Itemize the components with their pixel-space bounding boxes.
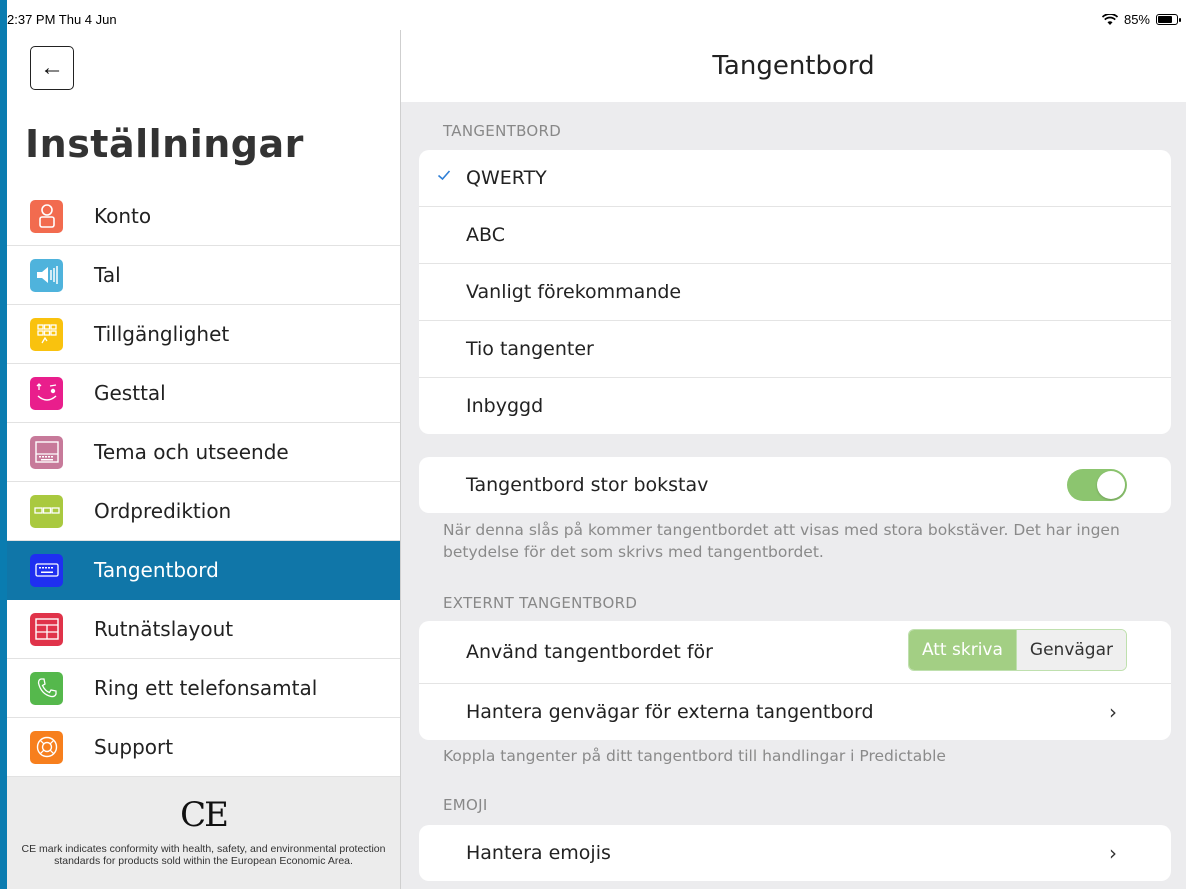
ce-mark: CE <box>180 795 229 835</box>
keyboard-icon <box>30 553 63 587</box>
theme-icon <box>30 435 63 469</box>
section-header-tangentbord: TANGENTBORD <box>443 122 562 140</box>
lifebuoy-icon <box>30 730 63 764</box>
sidebar-item-label: Tema och utseende <box>94 440 289 464</box>
option-qwerty[interactable]: QWERTY <box>419 150 1171 207</box>
sidebar-item-label: Tillgänglighet <box>94 322 230 346</box>
sidebar-item-label: Gesttal <box>94 381 166 405</box>
external-keyboard-card: Använd tangentbordet för Att skriva Genv… <box>419 621 1171 740</box>
app-screen: 2:37 PM Thu 4 Jun 85% ← Inställningar Ko… <box>7 0 1186 889</box>
sidebar-title: Inställningar <box>25 122 304 166</box>
battery-nub <box>1179 18 1181 22</box>
person-icon <box>30 199 63 233</box>
keyboard-settings-panel: Tangentbord TANGENTBORD QWERTY ABC Vanli… <box>401 30 1186 889</box>
option-inbyggd[interactable]: Inbyggd <box>419 378 1171 434</box>
capital-letter-card: Tangentbord stor bokstav <box>419 457 1171 513</box>
chevron-right-icon: › <box>1109 841 1117 865</box>
ce-area: CE CE mark indicates conformity with hea… <box>7 795 400 867</box>
use-keyboard-for-label: Använd tangentbordet för <box>466 641 713 663</box>
option-label: QWERTY <box>466 167 547 189</box>
option-abc[interactable]: ABC <box>419 207 1171 264</box>
manage-shortcuts-label: Hantera genvägar för externa tangentbord <box>466 701 874 723</box>
toggle-knob <box>1097 471 1125 499</box>
gesture-face-icon <box>30 376 63 410</box>
section-header-externt: EXTERNT TANGENTBORD <box>443 594 638 612</box>
option-vanligt-forekommande[interactable]: Vanligt förekommande <box>419 264 1171 321</box>
speaker-icon <box>30 258 63 292</box>
segment-genvagar[interactable]: Genvägar <box>1015 630 1126 670</box>
status-right: 85% <box>1101 12 1181 27</box>
manage-shortcuts-row[interactable]: Hantera genvägar för externa tangentbord… <box>419 684 1171 740</box>
capital-letter-label: Tangentbord stor bokstav <box>466 474 709 496</box>
section-header-emoji: EMOJI <box>443 796 488 814</box>
status-time: 2:37 PM Thu 4 Jun <box>7 12 117 27</box>
back-button[interactable]: ← <box>30 46 74 90</box>
sidebar-item-label: Tangentbord <box>94 558 219 582</box>
battery-percent: 85% <box>1123 12 1150 27</box>
sidebar-item-tema[interactable]: Tema och utseende <box>7 423 400 482</box>
status-bar: 2:37 PM Thu 4 Jun 85% <box>7 0 1186 30</box>
option-label: Tio tangenter <box>466 338 594 360</box>
sidebar-item-label: Tal <box>94 263 121 287</box>
sidebar-item-label: Rutnätslayout <box>94 617 234 641</box>
prediction-icon <box>30 494 63 528</box>
layout-icon <box>30 612 63 646</box>
sidebar-item-label: Support <box>94 735 174 759</box>
sidebar-item-tillganglighet[interactable]: Tillgänglighet <box>7 305 400 364</box>
keyboard-options-list: QWERTY ABC Vanligt förekommande Tio tang… <box>419 150 1171 434</box>
sidebar-item-tal[interactable]: Tal <box>7 246 400 305</box>
manage-emojis-label: Hantera emojis <box>466 842 611 864</box>
external-keyboard-footnote: Koppla tangenter på ditt tangentbord til… <box>443 747 946 765</box>
emoji-card: Hantera emojis › <box>419 825 1171 881</box>
content-header: Tangentbord <box>401 30 1186 102</box>
grid-icon <box>30 317 63 351</box>
sidebar-header: ← Inställningar <box>7 30 400 187</box>
option-label: Inbyggd <box>466 395 544 417</box>
capital-letter-toggle[interactable] <box>1067 469 1127 501</box>
manage-emojis-row[interactable]: Hantera emojis › <box>419 825 1171 881</box>
checkmark-icon <box>437 170 451 181</box>
use-keyboard-for-row: Använd tangentbordet för Att skriva Genv… <box>419 621 1171 684</box>
sidebar-item-tangentbord[interactable]: Tangentbord <box>7 541 400 600</box>
sidebar-item-konto[interactable]: Konto <box>7 187 400 246</box>
sidebar-item-label: Ring ett telefonsamtal <box>94 676 318 700</box>
wifi-icon <box>1101 13 1118 25</box>
sidebar-item-rutnatslayout[interactable]: Rutnätslayout <box>7 600 400 659</box>
sidebar-item-ring[interactable]: Ring ett telefonsamtal <box>7 659 400 718</box>
sidebar-item-label: Konto <box>94 204 152 228</box>
settings-menu: Konto Tal Tillgänglighet Gesttal Tema oc… <box>7 187 400 777</box>
sidebar-item-ordprediktion[interactable]: Ordprediktion <box>7 482 400 541</box>
sidebar-item-gesttal[interactable]: Gesttal <box>7 364 400 423</box>
capital-letter-footnote: När denna slås på kommer tangentbordet a… <box>443 521 1120 561</box>
battery-level <box>1158 16 1172 23</box>
back-arrow-icon: ← <box>40 54 64 81</box>
option-label: Vanligt förekommande <box>466 281 682 303</box>
sidebar-item-support[interactable]: Support <box>7 718 400 777</box>
battery-icon <box>1156 14 1181 25</box>
capital-letter-row: Tangentbord stor bokstav <box>419 457 1171 513</box>
ce-text: CE mark indicates conformity with health… <box>21 843 386 867</box>
chevron-right-icon: › <box>1109 700 1117 724</box>
segment-att-skriva[interactable]: Att skriva <box>908 630 1016 670</box>
phone-icon <box>30 671 63 705</box>
option-label: ABC <box>466 224 505 246</box>
option-tio-tangenter[interactable]: Tio tangenter <box>419 321 1171 378</box>
page-title: Tangentbord <box>712 51 875 81</box>
use-keyboard-segmented-control: Att skriva Genvägar <box>907 629 1127 671</box>
sidebar-item-label: Ordprediktion <box>94 499 232 523</box>
settings-sidebar: ← Inställningar Konto Tal Tillgänglighet… <box>7 30 400 889</box>
